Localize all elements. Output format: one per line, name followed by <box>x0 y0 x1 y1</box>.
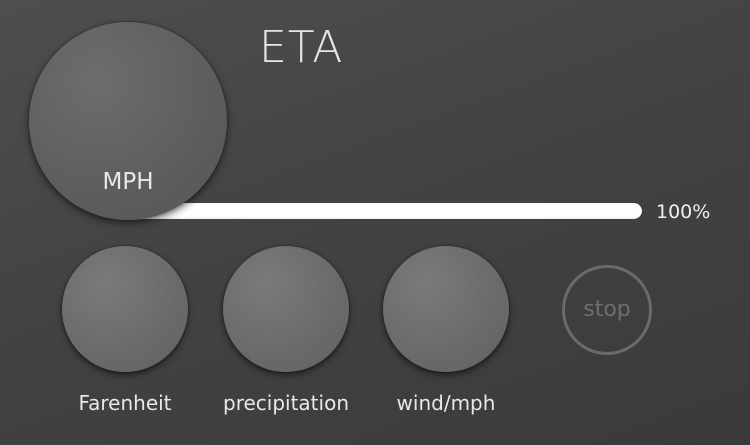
progress-fill <box>128 203 642 219</box>
mph-label: MPH <box>102 169 154 195</box>
stop-button[interactable]: stop <box>562 265 652 355</box>
progress-percent-label: 100% <box>656 201 711 223</box>
wind-mph-knob[interactable] <box>383 246 509 372</box>
farenheit-knob[interactable] <box>62 246 188 372</box>
precipitation-knob[interactable] <box>223 246 349 372</box>
stop-label: stop <box>583 297 631 322</box>
weather-eta-app: ETA 100% MPH Farenheit precipitation win… <box>0 0 750 445</box>
wind-mph-label: wind/mph <box>396 391 496 415</box>
eta-title: ETA <box>259 22 344 73</box>
progress-bar <box>128 203 642 219</box>
mph-dial[interactable]: MPH <box>29 22 227 220</box>
precipitation-label: precipitation <box>223 391 349 415</box>
farenheit-label: Farenheit <box>78 391 172 415</box>
